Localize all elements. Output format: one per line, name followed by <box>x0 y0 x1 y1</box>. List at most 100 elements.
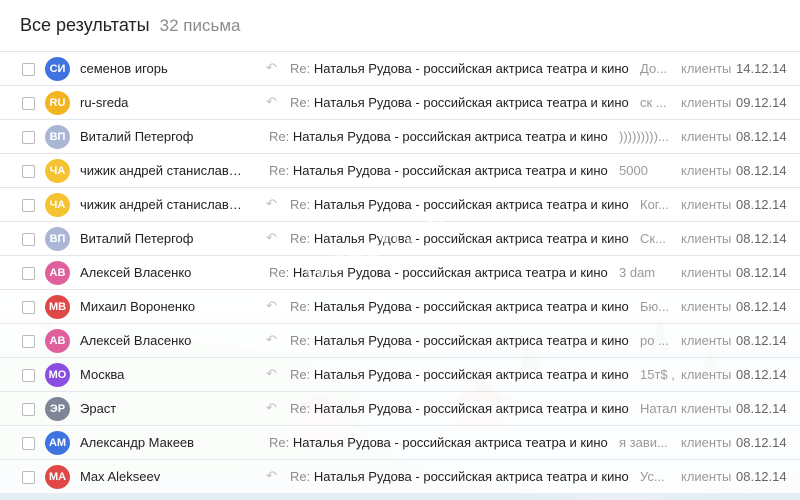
sender-name: Александр Макеев <box>80 435 195 450</box>
subject-text: Наталья Рудова - российская актриса теат… <box>313 367 629 382</box>
avatar: МО <box>45 363 70 387</box>
folder-label: клиенты <box>681 61 732 76</box>
message-subject: Re: Наталья Рудова - российская актриса … <box>269 265 608 280</box>
message-snippet: Ус... <box>640 469 665 484</box>
message-date: 08.12.14 <box>736 231 787 246</box>
reply-prefix: Re: <box>290 231 311 246</box>
reply-arrow-icon: ↶ <box>266 366 277 381</box>
select-checkbox[interactable] <box>22 233 35 246</box>
message-row[interactable]: СИ семенов игорь ↶ Re: Наталья Рудова - рос… <box>0 51 800 85</box>
select-checkbox[interactable] <box>22 267 35 280</box>
reply-arrow-icon: ↶ <box>266 60 277 75</box>
sender-name: Алексей Власенко <box>80 265 192 280</box>
select-checkbox[interactable] <box>22 335 35 348</box>
message-date: 08.12.14 <box>736 333 787 348</box>
message-subject: Re: Наталья Рудова - российская актриса … <box>269 163 608 178</box>
message-snippet: ро ... <box>640 333 669 348</box>
avatar: ЭР <box>45 397 70 421</box>
message-snippet: До... <box>640 61 668 76</box>
message-subject: Re: Наталья Рудова - российская актриса … <box>269 129 608 144</box>
select-checkbox[interactable] <box>22 369 35 382</box>
message-subject: Re: Наталья Рудова - российская актриса … <box>290 333 629 348</box>
message-date: 08.12.14 <box>736 435 787 450</box>
message-row[interactable]: АВ Алексей Власенко Re: Наталья Рудова - р… <box>0 255 800 289</box>
select-checkbox[interactable] <box>22 131 35 144</box>
message-subject: Re: Наталья Рудова - российская актриса … <box>290 231 629 246</box>
folder-label: клиенты <box>681 163 732 178</box>
message-subject: Re: Наталья Рудова - российская актриса … <box>290 469 629 484</box>
reply-prefix: Re: <box>290 333 311 348</box>
select-checkbox[interactable] <box>22 63 35 76</box>
reply-prefix: Re: <box>290 401 311 416</box>
sender-name: семенов игорь <box>80 61 168 76</box>
reply-prefix: Re: <box>290 367 311 382</box>
subject-text: Наталья Рудова - российская актриса теат… <box>313 401 629 416</box>
sender-name: чижик андрей станиславович <box>80 163 245 178</box>
message-subject: Re: Наталья Рудова - российская актриса … <box>290 401 629 416</box>
message-row[interactable]: ВП Виталий Петергоф ↶ Re: Наталья Рудова - … <box>0 221 800 255</box>
select-checkbox[interactable] <box>22 199 35 212</box>
message-row[interactable]: АВ Алексей Власенко ↶ Re: Наталья Рудова - … <box>0 323 800 357</box>
message-snippet: 3 dam <box>619 265 656 280</box>
message-row[interactable]: ВП Виталий Петергоф Re: Наталья Рудова - р… <box>0 119 800 153</box>
message-row[interactable]: МО Москва ↶ Re: Наталья Рудова - российская… <box>0 357 800 391</box>
message-row[interactable]: МВ Михаил Вороненко ↶ Re: Наталья Рудова - … <box>0 289 800 323</box>
avatar: RU <box>45 91 70 115</box>
message-row[interactable]: АМ Александр Макеев Re: Наталья Рудова - р… <box>0 425 800 459</box>
message-date: 09.12.14 <box>736 95 787 110</box>
message-row[interactable]: ЧА чижик андрей станиславович Re: Наталья … <box>0 153 800 187</box>
reply-prefix: Re: <box>269 163 290 178</box>
subject-text: Наталья Рудова - российская актриса теат… <box>292 163 608 178</box>
reply-arrow-icon: ↶ <box>266 332 277 347</box>
message-snippet: )))))))))... <box>619 129 669 144</box>
avatar: СИ <box>45 57 70 81</box>
folder-label: клиенты <box>681 401 732 416</box>
message-snippet: ск ... <box>640 95 667 110</box>
message-date: 08.12.14 <box>736 129 787 144</box>
folder-label: клиенты <box>681 299 732 314</box>
select-checkbox[interactable] <box>22 471 35 484</box>
select-checkbox[interactable] <box>22 437 35 450</box>
sender-name: Эраст <box>80 401 117 416</box>
select-checkbox[interactable] <box>22 97 35 110</box>
message-date: 08.12.14 <box>736 163 787 178</box>
folder-label: клиенты <box>681 95 732 110</box>
message-date: 08.12.14 <box>736 401 787 416</box>
message-snippet: Бю... <box>640 299 670 314</box>
search-results-panel: Все результаты 32 письма СИ семенов игорь… <box>0 0 800 500</box>
subject-text: Наталья Рудова - российская актриса теат… <box>292 265 608 280</box>
select-checkbox[interactable] <box>22 301 35 314</box>
reply-prefix: Re: <box>290 299 311 314</box>
avatar: ЧА <box>45 193 70 217</box>
message-subject: Re: Наталья Рудова - российская актриса … <box>290 299 629 314</box>
message-list: СИ семенов игорь ↶ Re: Наталья Рудова - рос… <box>0 51 800 493</box>
results-count: 32 письма <box>159 15 241 35</box>
message-date: 08.12.14 <box>736 197 787 212</box>
folder-label: клиенты <box>681 333 732 348</box>
message-date: 08.12.14 <box>736 299 787 314</box>
reply-prefix: Re: <box>290 61 311 76</box>
subject-text: Наталья Рудова - российская актриса теат… <box>313 469 629 484</box>
message-date: 08.12.14 <box>736 265 787 280</box>
reply-prefix: Re: <box>269 129 290 144</box>
message-row[interactable]: RU ru-sreda ↶ Re: Наталья Рудова - российск… <box>0 85 800 119</box>
message-date: 14.12.14 <box>736 61 787 76</box>
subject-text: Наталья Рудова - российская актриса теат… <box>313 95 629 110</box>
message-row[interactable]: ЭР Эраст ↶ Re: Наталья Рудова - российская … <box>0 391 800 425</box>
avatar: ВП <box>45 227 70 251</box>
avatar: МВ <box>45 295 70 319</box>
reply-arrow-icon: ↶ <box>266 468 277 483</box>
select-checkbox[interactable] <box>22 403 35 416</box>
message-row[interactable]: ЧА чижик андрей станиславович ↶ Re: Наталья… <box>0 187 800 221</box>
message-date: 08.12.14 <box>736 469 787 484</box>
message-snippet: Натал... <box>640 401 676 416</box>
sender-name: Max Alekseev <box>80 469 161 484</box>
message-row[interactable]: МА Max Alekseev ↶ Re: Наталья Рудова - росс… <box>0 459 800 493</box>
sender-name: чижик андрей станиславович <box>80 197 245 212</box>
subject-text: Наталья Рудова - российская актриса теат… <box>292 435 608 450</box>
avatar: ВП <box>45 125 70 149</box>
message-snippet: я зави... <box>619 435 668 450</box>
sender-name: Виталий Петергоф <box>80 231 194 246</box>
select-checkbox[interactable] <box>22 165 35 178</box>
folder-label: клиенты <box>681 435 732 450</box>
